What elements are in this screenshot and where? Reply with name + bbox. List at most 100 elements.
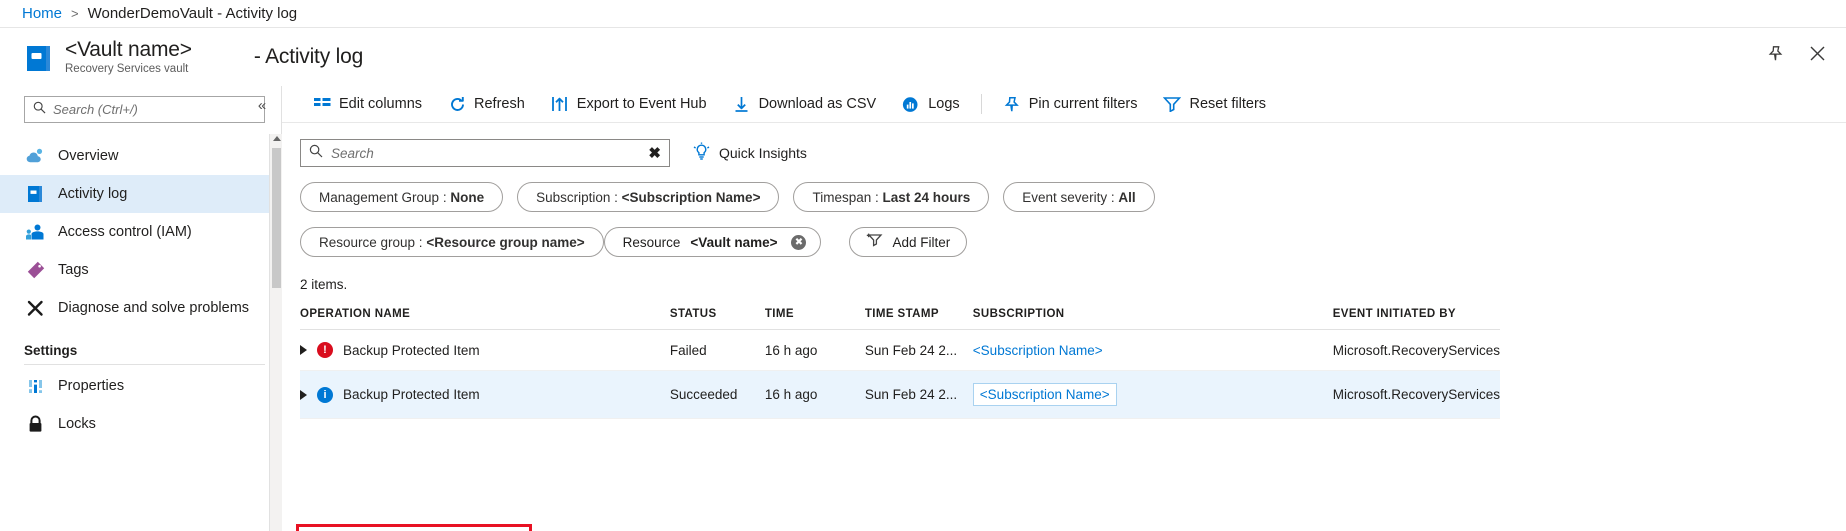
logs-button[interactable]: Logs [889, 89, 972, 119]
vault-title-group: <Vault name> Recovery Services vault [65, 38, 192, 76]
info-icon: i [317, 387, 333, 403]
filter-pill-resource-group[interactable]: Resource group : <Resource group name> [300, 227, 604, 257]
sidebar-item-label: Overview [58, 148, 118, 164]
table-row[interactable]: ! Backup Protected Item Failed 16 h ago … [300, 330, 1500, 371]
items-count: 2 items. [300, 277, 1846, 292]
filter-pill-subscription[interactable]: Subscription : <Subscription Name> [517, 182, 779, 212]
sidebar-item-activity-log[interactable]: Activity log [0, 175, 281, 213]
quick-insights-label: Quick Insights [719, 145, 807, 161]
recovery-services-vault-icon [26, 45, 54, 72]
pill-value: <Resource group name> [426, 235, 584, 250]
sidebar-search-wrap [0, 96, 281, 123]
column-header-status[interactable]: STATUS [670, 308, 765, 330]
subscription-link[interactable]: <Subscription Name> [973, 383, 1117, 406]
book-icon [26, 185, 45, 204]
filter-pills-row-1: Management Group : None Subscription : <… [300, 182, 1846, 212]
close-icon[interactable] [1804, 40, 1830, 66]
add-filter-button[interactable]: Add Filter [849, 227, 967, 257]
sidebar: « [0, 86, 282, 531]
breadcrumb-separator-icon: > [71, 6, 79, 21]
export-to-event-hub-button[interactable]: Export to Event Hub [538, 89, 720, 119]
column-header-time[interactable]: TIME [765, 308, 865, 330]
activity-search-input[interactable] [331, 146, 640, 161]
column-header-event-initiated-by[interactable]: EVENT INITIATED BY [1333, 308, 1500, 330]
pin-filter-icon [1003, 95, 1021, 113]
sidebar-item-tags[interactable]: Tags [0, 251, 281, 289]
pill-label: Timespan : [812, 190, 878, 205]
quick-insights-button[interactable]: Quick Insights [692, 142, 807, 164]
activity-log-content: ✖ Quick Insights [282, 123, 1846, 419]
pill-value: <Vault name> [690, 235, 777, 250]
pill-label: Resource group : [319, 235, 423, 250]
sidebar-scrollbar[interactable] [269, 134, 282, 531]
chevron-double-left-icon[interactable]: « [251, 94, 273, 116]
pin-icon[interactable] [1762, 40, 1788, 66]
azure-portal-activity-log-page: Home > WonderDemoVault - Activity log <V… [0, 0, 1846, 531]
chevron-right-icon[interactable] [300, 390, 307, 400]
column-header-operation-name[interactable]: OPERATION NAME [300, 308, 670, 330]
sidebar-item-overview[interactable]: Overview [0, 137, 281, 175]
filter-pill-resource[interactable]: Resource <Vault name> ✖ [604, 227, 822, 257]
wrench-screwdriver-icon [26, 299, 45, 318]
sidebar-item-locks[interactable]: Locks [0, 405, 281, 443]
toolbar-button-label: Refresh [474, 96, 525, 112]
columns-icon [313, 95, 331, 113]
scroll-up-arrow-icon[interactable] [273, 136, 281, 141]
titlebar-actions [1762, 40, 1830, 66]
pin-current-filters-button[interactable]: Pin current filters [990, 89, 1151, 119]
scrollbar-thumb[interactable] [272, 148, 281, 288]
refresh-button[interactable]: Refresh [435, 89, 538, 119]
sidebar-item-label: Tags [58, 262, 89, 278]
search-icon [309, 144, 323, 163]
tag-icon [26, 261, 45, 280]
filter-pill-management-group[interactable]: Management Group : None [300, 182, 503, 212]
filter-pill-timespan[interactable]: Timespan : Last 24 hours [793, 182, 989, 212]
sidebar-item-label: Access control (IAM) [58, 224, 192, 240]
blade-title: - Activity log [254, 45, 363, 69]
sidebar-search-box[interactable] [24, 96, 265, 123]
table-row[interactable]: i Backup Protected Item Succeeded 16 h a… [300, 371, 1500, 419]
filter-pills-row-2: Resource group : <Resource group name> R… [300, 227, 1846, 257]
sidebar-divider [24, 364, 265, 365]
cell-time: 16 h ago [765, 371, 865, 419]
column-header-subscription[interactable]: SUBSCRIPTION [973, 308, 1333, 330]
refresh-icon [448, 95, 466, 113]
cell-timestamp: Sun Feb 24 2... [865, 371, 973, 419]
cell-status: Succeeded [670, 371, 765, 419]
activity-search-box[interactable]: ✖ [300, 139, 670, 167]
column-header-time-stamp[interactable]: TIME STAMP [865, 308, 973, 330]
toolbar-button-label: Export to Event Hub [577, 96, 707, 112]
toolbar-button-label: Edit columns [339, 96, 422, 112]
cloud-icon [26, 147, 45, 166]
operation-cell: ! Backup Protected Item [300, 342, 670, 358]
sidebar-item-label: Locks [58, 416, 96, 432]
sidebar-item-label: Activity log [58, 186, 127, 202]
chevron-right-icon[interactable] [300, 345, 307, 355]
edit-columns-button[interactable]: Edit columns [300, 89, 435, 119]
remove-circle-icon[interactable]: ✖ [791, 235, 806, 250]
sliders-icon [26, 377, 45, 396]
cell-subscription: <Subscription Name> [973, 330, 1333, 371]
download-as-csv-button[interactable]: Download as CSV [720, 89, 890, 119]
page-title: <Vault name> [65, 38, 192, 61]
filter-pill-event-severity[interactable]: Event severity : All [1003, 182, 1154, 212]
reset-filters-button[interactable]: Reset filters [1150, 89, 1279, 119]
funnel-reset-icon [1163, 95, 1181, 113]
sidebar-item-access-control[interactable]: Access control (IAM) [0, 213, 281, 251]
blade-body: « [0, 86, 1846, 531]
sidebar-item-properties[interactable]: Properties [0, 367, 281, 405]
filter-search-row: ✖ Quick Insights [300, 139, 1846, 167]
sidebar-section-settings: Settings [0, 327, 281, 364]
annotation-highlight-box [296, 524, 532, 531]
cell-event-initiated-by: Microsoft.RecoveryServices [1333, 371, 1500, 419]
clear-x-icon[interactable]: ✖ [648, 144, 661, 162]
error-icon: ! [317, 342, 333, 358]
sidebar-item-diagnose[interactable]: Diagnose and solve problems [0, 289, 281, 327]
operation-name-text: Backup Protected Item [343, 387, 480, 402]
breadcrumb-home-link[interactable]: Home [22, 5, 62, 22]
subscription-link[interactable]: <Subscription Name> [973, 343, 1103, 358]
search-input[interactable] [53, 102, 256, 117]
download-icon [733, 95, 751, 113]
cell-event-initiated-by: Microsoft.RecoveryServices [1333, 330, 1500, 371]
toolbar-button-label: Pin current filters [1029, 96, 1138, 112]
